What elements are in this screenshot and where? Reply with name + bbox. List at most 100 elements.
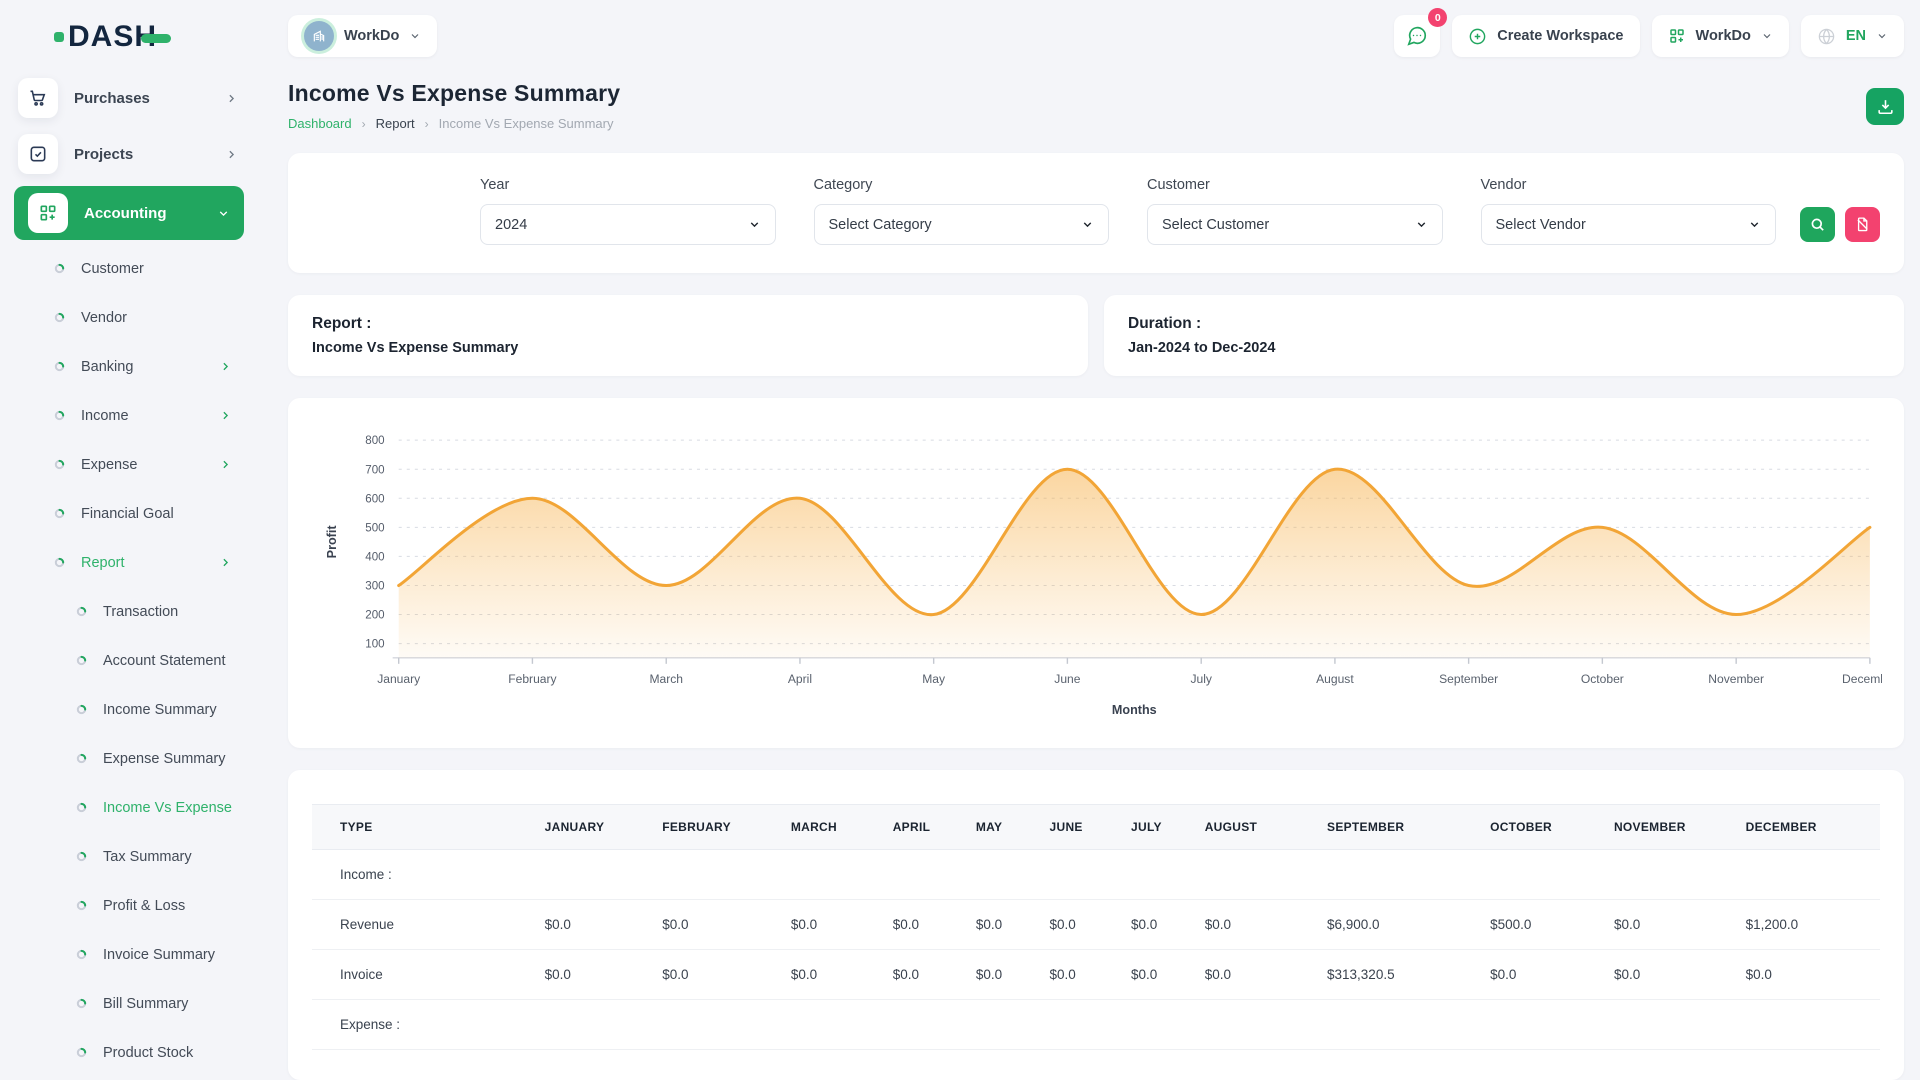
table-section-row: Income : [312, 850, 1880, 900]
column-header: TYPE [312, 805, 535, 850]
sidebar-item-income-summary[interactable]: Income Summary [0, 685, 258, 734]
sidebar-item-label: Financial Goal [81, 506, 174, 522]
sidebar-item-label: Report [81, 555, 125, 571]
column-header: SEPTEMBER [1317, 805, 1480, 850]
sidebar-item-banking[interactable]: Banking [0, 342, 258, 391]
sidebar-item-expense-summary[interactable]: Expense Summary [0, 734, 258, 783]
row-value: $6,900.0 [1317, 900, 1480, 950]
sidebar-item-income[interactable]: Income [0, 391, 258, 440]
donut-bullet-icon [76, 655, 87, 666]
row-value: $0.0 [966, 950, 1040, 1000]
profit-chart-card: 100200300400500600700800JanuaryFebruaryM… [288, 398, 1904, 748]
clear-filter-icon [1854, 216, 1871, 233]
svg-text:400: 400 [365, 551, 384, 563]
download-button[interactable] [1866, 88, 1904, 125]
donut-bullet-icon [54, 459, 65, 470]
sidebar-item-product-stock[interactable]: Product Stock [0, 1028, 258, 1077]
svg-text:April: April [788, 672, 812, 686]
sidebar-item-account-statement[interactable]: Account Statement [0, 636, 258, 685]
svg-text:Profit: Profit [325, 525, 339, 559]
customer-select-value: Select Customer [1162, 217, 1269, 233]
donut-bullet-icon [76, 998, 87, 1009]
sidebar-item-report[interactable]: Report [0, 538, 258, 587]
sidebar-item-tax-summary[interactable]: Tax Summary [0, 832, 258, 881]
report-card: Report : Income Vs Expense Summary [288, 295, 1088, 376]
sidebar-item-expense[interactable]: Expense [0, 440, 258, 489]
sidebar-item-transaction[interactable]: Transaction [0, 587, 258, 636]
sidebar-item-customer[interactable]: Customer [0, 244, 258, 293]
svg-text:August: August [1316, 672, 1354, 686]
chevron-right-icon [219, 360, 232, 373]
sidebar-item-bill-summary[interactable]: Bill Summary [0, 979, 258, 1028]
sidebar-item-label: Bill Summary [103, 996, 188, 1012]
language-selector[interactable]: EN [1801, 15, 1904, 57]
grid-plus-icon [28, 193, 68, 233]
sidebar-item-profit-loss[interactable]: Profit & Loss [0, 881, 258, 930]
sidebar-item-purchases[interactable]: Purchases [0, 70, 258, 126]
column-header: JULY [1121, 805, 1195, 850]
create-workspace-label: Create Workspace [1497, 28, 1623, 44]
sidebar-item-financial-goal[interactable]: Financial Goal [0, 489, 258, 538]
donut-bullet-icon [76, 606, 87, 617]
row-value: $500.0 [1480, 900, 1604, 950]
workspace-selector[interactable]: WorkDo [288, 15, 437, 57]
category-select-value: Select Category [829, 217, 932, 233]
breadcrumb-separator: › [425, 117, 429, 131]
row-value: $0.0 [1195, 900, 1317, 950]
row-value: $0.0 [652, 950, 781, 1000]
row-value: $0.0 [1040, 950, 1122, 1000]
page-title: Income Vs Expense Summary [288, 80, 620, 107]
customer-select[interactable]: Select Customer [1147, 204, 1443, 245]
row-value: $0.0 [966, 900, 1040, 950]
sidebar-item-label: Invoice Summary [103, 947, 215, 963]
vendor-select[interactable]: Select Vendor [1481, 204, 1777, 245]
chevron-down-icon [1761, 30, 1773, 42]
workspace-menu-button[interactable]: WorkDo [1652, 15, 1789, 57]
row-value: $0.0 [535, 900, 653, 950]
column-header: FEBRUARY [652, 805, 781, 850]
breadcrumb-item[interactable]: Dashboard [288, 116, 352, 131]
svg-text:November: November [1708, 672, 1764, 686]
column-header: JANUARY [535, 805, 653, 850]
sidebar-item-label: Projects [74, 146, 133, 163]
chevron-down-icon [409, 30, 421, 42]
year-select[interactable]: 2024 [480, 204, 776, 245]
row-type: Invoice [312, 950, 535, 1000]
row-value: $0.0 [1736, 950, 1880, 1000]
year-select-value: 2024 [495, 217, 527, 233]
breadcrumb-item[interactable]: Report [376, 116, 415, 131]
sidebar-item-accounting[interactable]: Accounting [14, 186, 244, 240]
cart-icon [18, 78, 58, 118]
messages-button[interactable]: 0 [1394, 15, 1440, 57]
category-select[interactable]: Select Category [814, 204, 1110, 245]
sidebar-item-invoice-summary[interactable]: Invoice Summary [0, 930, 258, 979]
row-value: $0.0 [535, 950, 653, 1000]
sidebar-item-label: Purchases [74, 90, 150, 107]
duration-card: Duration : Jan-2024 to Dec-2024 [1104, 295, 1904, 376]
building-icon [311, 28, 327, 44]
sidebar-item-label: Income Vs Expense [103, 800, 232, 816]
logo-dot-icon [54, 32, 64, 42]
donut-bullet-icon [76, 900, 87, 911]
svg-text:October: October [1581, 672, 1624, 686]
svg-text:100: 100 [365, 639, 384, 651]
download-icon [1876, 97, 1895, 116]
svg-text:September: September [1439, 672, 1498, 686]
sidebar-item-income-vs-expense[interactable]: Income Vs Expense [0, 783, 258, 832]
chevron-down-icon [1081, 218, 1094, 231]
reset-filter-button[interactable] [1845, 207, 1880, 242]
donut-bullet-icon [54, 361, 65, 372]
svg-text:700: 700 [365, 464, 384, 476]
app-logo[interactable]: DASH [0, 14, 258, 70]
donut-bullet-icon [54, 410, 65, 421]
chevron-down-icon [1748, 218, 1761, 231]
sidebar-item-projects[interactable]: Projects [0, 126, 258, 182]
filter-buttons [1800, 207, 1880, 245]
chevron-down-icon [217, 207, 230, 220]
sidebar-item-vendor[interactable]: Vendor [0, 293, 258, 342]
create-workspace-button[interactable]: Create Workspace [1452, 15, 1639, 57]
donut-bullet-icon [76, 1047, 87, 1058]
workspace-menu-label: WorkDo [1696, 28, 1751, 44]
apply-filter-button[interactable] [1800, 207, 1835, 242]
svg-text:800: 800 [365, 435, 384, 447]
